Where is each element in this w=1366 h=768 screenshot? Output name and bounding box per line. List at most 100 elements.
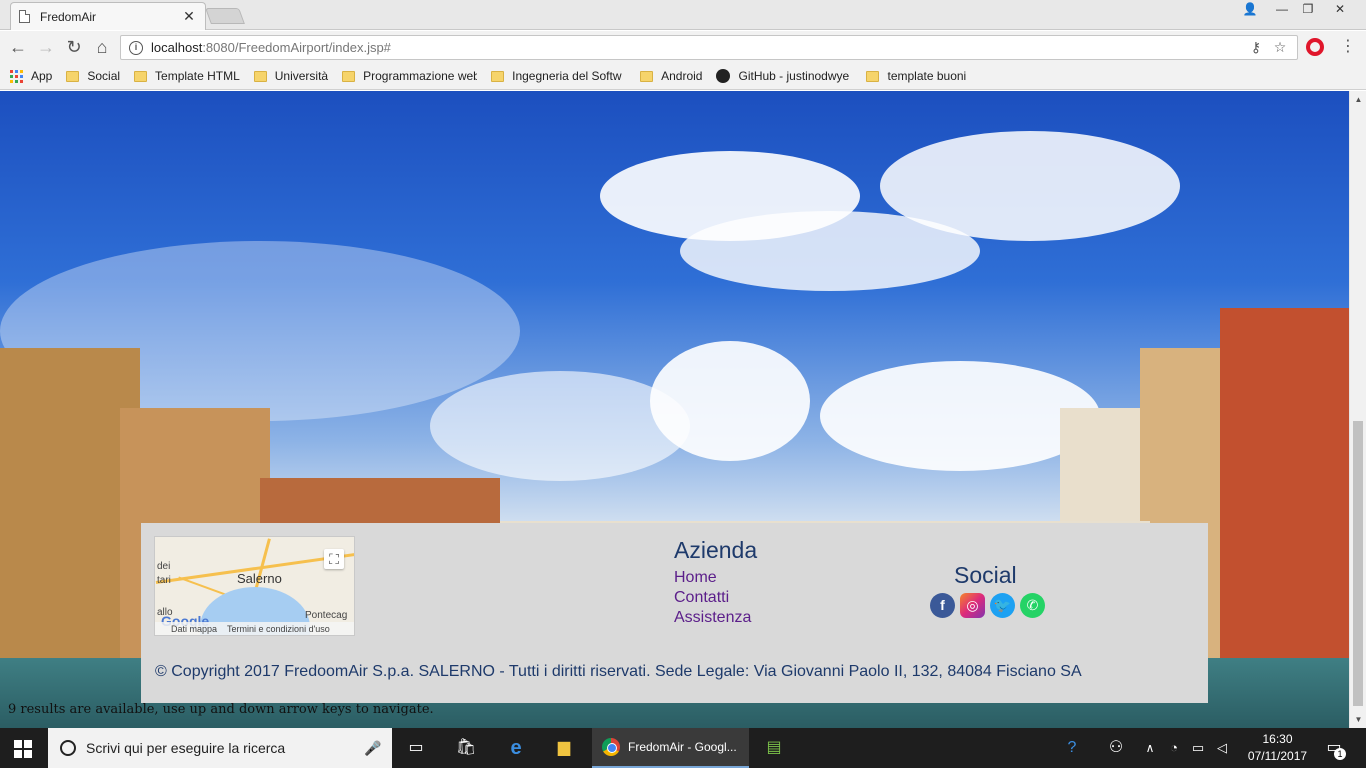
bookmark-programmazione-web[interactable]: Programmazione web: [342, 69, 477, 83]
autocomplete-status: 9 results are available, use up and down…: [8, 702, 434, 717]
new-tab-button[interactable]: [205, 8, 245, 24]
people-icon[interactable]: ⚇: [1104, 736, 1128, 760]
bookmark-label: Template HTML: [155, 69, 240, 83]
bookmark-label: Android: [661, 69, 703, 83]
wifi-icon[interactable]: ◔: [1162, 736, 1186, 760]
map-city-label: Salerno: [237, 571, 282, 586]
fullscreen-icon[interactable]: ⛶: [324, 549, 344, 569]
action-center-icon[interactable]: ▭ 1: [1322, 736, 1346, 760]
back-icon[interactable]: ←: [8, 37, 28, 57]
profile-icon[interactable]: 👤: [1236, 0, 1264, 18]
url-host: localhost: [151, 40, 203, 55]
clock-time: 16:30: [1262, 732, 1293, 746]
windows-taskbar: Scrivi qui per eseguire la ricerca 🎤 ▭ 🛍…: [0, 728, 1366, 768]
close-tab-icon[interactable]: ✕: [181, 8, 197, 25]
help-icon[interactable]: ?: [1060, 736, 1084, 760]
volume-icon[interactable]: ◁: [1210, 736, 1234, 760]
instagram-icon[interactable]: ◎: [960, 593, 985, 618]
browser-toolbar: ← → ↻ ⌂ i localhost:8080/FreedomAirport/…: [0, 31, 1366, 63]
facebook-icon[interactable]: f: [930, 593, 955, 618]
folder-icon: [491, 70, 505, 82]
close-window-button[interactable]: ✕: [1326, 0, 1354, 18]
bookmark-label: Ingegneria del Softw: [512, 69, 622, 83]
system-clock[interactable]: 16:30 07/11/2017: [1240, 731, 1315, 765]
folder-icon: [866, 70, 880, 82]
info-icon[interactable]: i: [129, 40, 143, 55]
restore-button[interactable]: ❐: [1294, 0, 1322, 18]
bookmark-label: Social: [87, 69, 121, 83]
bookmark-label: Programmazione web: [363, 69, 478, 83]
social-icons: f ◎ 🐦 ✆: [930, 593, 1045, 618]
scroll-up-icon[interactable]: ▲: [1350, 95, 1366, 104]
reload-icon[interactable]: ↻: [64, 37, 84, 57]
search-placeholder: Scrivi qui per eseguire la ricerca: [86, 740, 286, 756]
scroll-down-icon[interactable]: ▼: [1350, 715, 1366, 724]
notification-count: 1: [1334, 748, 1346, 760]
cortana-icon: [60, 740, 76, 756]
forward-icon[interactable]: →: [36, 37, 56, 57]
bookmark-social[interactable]: Social: [66, 69, 120, 83]
whatsapp-icon[interactable]: ✆: [1020, 593, 1045, 618]
map-attribution: Dati mappa Termini e condizioni d'uso: [155, 622, 354, 635]
bookmark-template-buoni[interactable]: template buoni: [866, 69, 966, 83]
apps-icon: [10, 69, 23, 83]
bookmark-github[interactable]: GitHub - justinodwye: [716, 69, 852, 83]
file-explorer-icon[interactable]: ▆: [552, 736, 576, 760]
opera-extension-icon[interactable]: [1306, 38, 1324, 56]
bookmark-ingegneria[interactable]: Ingegneria del Softw: [491, 69, 626, 83]
show-hidden-icons[interactable]: ∧: [1138, 736, 1162, 760]
footer-link-assistenza[interactable]: Assistenza: [674, 609, 751, 627]
map-label: dei: [157, 561, 171, 572]
bookmark-label: App: [31, 69, 53, 83]
bookmark-universita[interactable]: Università: [253, 69, 329, 83]
site-footer: dei tari allo Salerno Pontecag ⛶ Google …: [141, 523, 1208, 703]
chrome-task-label: FredomAir - Googl...: [628, 740, 737, 754]
bookmark-star-icon[interactable]: ☆: [1271, 39, 1289, 56]
url-path: :8080/FreedomAirport/index.jsp#: [202, 40, 391, 55]
folder-icon: [66, 70, 80, 82]
taskbar-search[interactable]: Scrivi qui per eseguire la ricerca 🎤: [48, 728, 392, 768]
address-bar[interactable]: i localhost:8080/FreedomAirport/index.js…: [120, 35, 1298, 60]
company-heading: Azienda: [674, 537, 758, 563]
page-icon: [19, 10, 30, 23]
bookmark-template-html[interactable]: Template HTML: [134, 69, 240, 83]
bookmark-android[interactable]: Android: [640, 69, 702, 83]
copyright-text: © Copyright 2017 FredoomAir S.p.a. SALER…: [155, 663, 1082, 680]
edge-icon[interactable]: e: [504, 736, 528, 760]
map-data-link[interactable]: Dati mappa: [171, 624, 217, 634]
footer-link-home[interactable]: Home: [674, 569, 717, 587]
home-icon[interactable]: ⌂: [92, 37, 112, 57]
notepad-app-icon[interactable]: ▤: [762, 736, 786, 760]
bookmark-label: GitHub - justinodwye: [738, 69, 850, 83]
bookmark-label: Università: [274, 69, 329, 83]
twitter-icon[interactable]: 🐦: [990, 593, 1015, 618]
folder-icon: [253, 70, 267, 82]
url-text[interactable]: localhost:8080/FreedomAirport/index.jsp#: [151, 40, 1241, 55]
map-label: Pontecag: [305, 610, 348, 621]
windows-start-icon[interactable]: [14, 740, 32, 758]
bookmark-apps[interactable]: App: [10, 69, 52, 83]
scrollbar-thumb[interactable]: [1353, 421, 1363, 706]
google-map[interactable]: dei tari allo Salerno Pontecag ⛶ Google …: [154, 536, 355, 636]
browser-tab-bar: FredomAir ✕ 👤 — ❐ ✕: [0, 0, 1366, 30]
folder-icon: [134, 70, 148, 82]
map-terms-link[interactable]: Termini e condizioni d'uso: [227, 624, 330, 634]
page-scrollbar[interactable]: ▲ ▼: [1349, 91, 1366, 728]
minimize-button[interactable]: —: [1268, 0, 1296, 18]
battery-icon[interactable]: ▭: [1186, 736, 1210, 760]
browser-tab[interactable]: FredomAir ✕: [10, 2, 206, 30]
social-heading: Social: [954, 562, 1017, 588]
store-icon[interactable]: 🛍: [454, 736, 478, 760]
key-icon[interactable]: ⚷: [1247, 39, 1265, 56]
bookmark-label: template buoni: [887, 69, 967, 83]
folder-icon: [342, 70, 356, 82]
microphone-icon[interactable]: 🎤: [364, 740, 381, 757]
task-view-icon[interactable]: ▭: [404, 736, 428, 760]
bookmarks-bar: App Social Template HTML Università Prog…: [0, 63, 1366, 90]
chrome-taskbar-button[interactable]: FredomAir - Googl...: [592, 728, 749, 768]
map-label: tari: [157, 575, 171, 586]
footer-link-contatti[interactable]: Contatti: [674, 589, 729, 607]
folder-icon: [640, 70, 654, 82]
menu-icon[interactable]: ⋮: [1340, 37, 1356, 57]
tab-title: FredomAir: [40, 9, 97, 24]
